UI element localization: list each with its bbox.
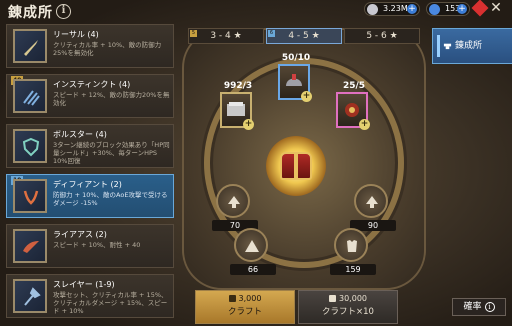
set-name: ライアアス (2) [53, 230, 107, 239]
gem-icon [429, 4, 440, 15]
tab-label: 4 - 5 ★ [288, 31, 320, 41]
side-tab-label: 錬成所 [455, 41, 483, 51]
shield-icon [22, 137, 40, 157]
set-item-instinct[interactable]: 40 インスティンクト (4) スピード + 12%、敵の防御力20%を無効化 [6, 74, 174, 118]
craft-button[interactable]: 3,000 クラフト [195, 290, 295, 324]
page-title: 錬成所 [8, 5, 53, 21]
slot-bottom-right[interactable]: 159 [330, 228, 376, 275]
material-count: 50/10 [281, 53, 311, 63]
set-item-lethal[interactable]: リーサル (4) クリティカル率 + 10%、敵の防御力25%を無効化 [6, 24, 174, 68]
sword-icon [24, 40, 38, 56]
axe-icon [24, 287, 41, 306]
wing-icon [23, 241, 39, 253]
set-thumbnail [13, 179, 47, 213]
set-name: リーサル (4) [53, 30, 99, 39]
slot-value: 66 [230, 264, 276, 275]
set-thumbnail [13, 229, 47, 263]
slot-bottom-left[interactable]: 66 [230, 228, 276, 275]
craft-cost: 3,000 [196, 294, 294, 303]
set-thumbnail [13, 29, 47, 63]
set-item-righteous[interactable]: ライアアス (2) スピード + 10%、耐性 + 40 [6, 224, 174, 268]
silver-counter[interactable]: 3.23M + [364, 2, 420, 16]
set-name: ディフィアント (2) [53, 180, 122, 189]
set-name: ボルスター (4) [53, 130, 107, 139]
set-item-bolster[interactable]: ボルスター (4) 3ターン継続のブロック効果あり「HP同量シールド」+30%、… [6, 124, 174, 168]
close-button[interactable]: ✕ [488, 0, 504, 16]
horns-icon [23, 190, 39, 205]
claw-icon [23, 90, 40, 106]
material-ingot[interactable]: 992/3 + [220, 81, 254, 130]
forge-wheel: 5 3 - 4 ★ 6 4 - 5 ★ 5 - 6 ★ 992/3 + 50/1… [182, 28, 426, 290]
set-thumbnail [13, 129, 47, 163]
rank-tabs: 5 3 - 4 ★ 6 4 - 5 ★ 5 - 6 ★ [182, 28, 426, 46]
slot-left[interactable]: 70 [212, 184, 258, 231]
silver-value: 3.23M [383, 4, 408, 13]
set-thumbnail [13, 279, 47, 313]
material-count: 992/3 [223, 81, 253, 91]
set-name: インスティンクト (4) [53, 80, 131, 89]
chest-center[interactable] [266, 136, 326, 196]
craft-label: クラフト×10 [322, 307, 374, 317]
tab-label: 5 - 6 ★ [366, 31, 398, 41]
add-material-icon[interactable]: + [359, 119, 370, 130]
slot-value: 159 [330, 264, 376, 275]
material-helmet[interactable]: 50/10 + [278, 53, 312, 102]
add-material-icon[interactable]: + [301, 91, 312, 102]
info-icon: i [484, 302, 495, 312]
arrow-up-icon [228, 196, 240, 208]
add-material-icon[interactable]: + [243, 119, 254, 130]
material-relic[interactable]: 25/5 + [336, 81, 370, 130]
armor-icon [347, 240, 357, 252]
tab-rank-5-6[interactable]: 5 - 6 ★ [344, 28, 420, 44]
set-desc: 防御力 + 10%、敵のAoE攻撃で受けるダメージ -15% [53, 191, 168, 207]
set-desc: 3ターン継続のブロック効果あり「HP同量シールド」+30%、毎ターンHPS 10… [53, 141, 170, 165]
silver-coin-icon [367, 4, 378, 15]
rates-label: 確率 [463, 302, 482, 312]
tab-label: 3 - 4 ★ [210, 31, 242, 41]
set-item-defiant[interactable]: 10 ディフィアント (2) 防御力 + 10%、敵のAoE攻撃で受けるダメージ… [6, 174, 174, 218]
set-desc: スピード + 12%、敵の防御力20%を無効化 [53, 91, 170, 107]
tab-corner-badge: 6 [268, 30, 275, 37]
craft-x10-button[interactable]: 30,000 クラフト×10 [298, 290, 398, 324]
add-silver-icon[interactable]: + [407, 4, 417, 14]
tab-corner-badge: 5 [190, 30, 197, 37]
tab-rank-4-5[interactable]: 6 4 - 5 ★ [266, 28, 342, 44]
material-count: 25/5 [342, 81, 366, 91]
set-desc: 攻撃セット、クリティカル率 + 15%、クリティカルダメージ + 15%、スピー… [53, 291, 168, 315]
active-indicator [437, 35, 440, 57]
info-icon[interactable]: i [56, 4, 71, 19]
set-name: スレイヤー (1-9) [53, 280, 115, 289]
slot-right[interactable]: 90 [350, 184, 396, 231]
gem-counter[interactable]: 153 + [426, 2, 470, 16]
side-tab-forge[interactable]: 錬成所 [432, 28, 512, 64]
chest-icon [280, 152, 312, 180]
scroll-icon [228, 295, 236, 302]
add-gem-icon[interactable]: + [457, 4, 467, 14]
set-desc: クリティカル率 + 10%、敵の防御力25%を無効化 [53, 41, 162, 57]
rates-button[interactable]: 確率 i [452, 298, 506, 316]
craft-cost: 30,000 [299, 294, 397, 303]
set-item-slayer[interactable]: スレイヤー (1-9) 攻撃セット、クリティカル率 + 15%、クリティカルダメ… [6, 274, 174, 318]
craft-label: クラフト [227, 307, 262, 317]
arrow-up-icon [366, 196, 378, 208]
anvil-icon [443, 43, 452, 50]
tab-rank-3-4[interactable]: 5 3 - 4 ★ [188, 28, 264, 44]
triangle-icon [245, 240, 259, 252]
scroll-icon [329, 295, 336, 302]
set-thumbnail [13, 79, 47, 113]
set-desc: スピード + 10%、耐性 + 40 [53, 241, 141, 249]
set-list: リーサル (4) クリティカル率 + 10%、敵の防御力25%を無効化 40 イ… [6, 24, 174, 326]
